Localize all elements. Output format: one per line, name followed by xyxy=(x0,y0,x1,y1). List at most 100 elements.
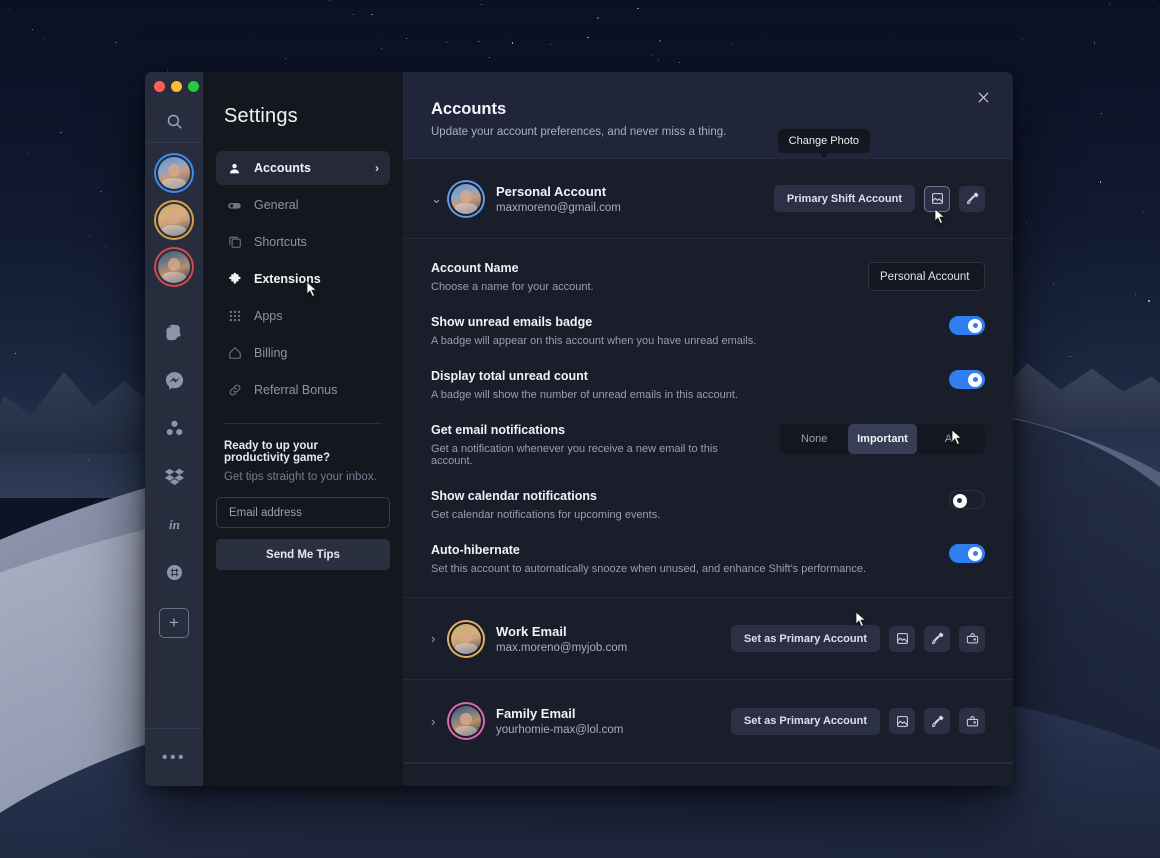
email-input[interactable] xyxy=(216,497,390,528)
more-label: ••• xyxy=(161,748,187,766)
account-email-label: yourhomie-max@lol.com xyxy=(496,724,624,736)
calendar-notifications-toggle[interactable] xyxy=(949,490,985,509)
setting-description: A badge will appear on this account when… xyxy=(431,335,757,347)
settings-sidebar: Settings Accounts › General Shortcuts Ex… xyxy=(203,72,403,786)
slack-icon[interactable] xyxy=(153,551,195,593)
account-email-label: maxmoreno@gmail.com xyxy=(496,201,621,214)
evernote-icon[interactable] xyxy=(153,311,195,353)
setting-show-unread-emails-badge: Show unread emails badge A badge will ap… xyxy=(431,315,985,369)
segment-none[interactable]: None xyxy=(780,424,848,454)
rail-avatar-family[interactable] xyxy=(156,249,192,285)
auto-hibernate-toggle[interactable] xyxy=(949,544,985,563)
sidebar-item-billing[interactable]: Billing xyxy=(216,336,390,370)
account-settings-list: Account Name Choose a name for your acco… xyxy=(403,239,1013,597)
sidebar-item-label: Shortcuts xyxy=(254,235,307,249)
setting-title: Show calendar notifications xyxy=(431,489,597,503)
sidebar-item-referral-bonus[interactable]: Referral Bonus xyxy=(216,373,390,407)
page-title: Settings xyxy=(224,105,298,127)
setting-display-total-unread-count: Display total unread count A badge will … xyxy=(431,369,985,423)
color-picker-button[interactable] xyxy=(924,708,950,734)
toggle-icon xyxy=(227,198,242,213)
account-row-family: › Family Email yourhomie-max@lol.com Set… xyxy=(403,680,1013,763)
app-rail: in + ••• xyxy=(145,72,203,786)
setting-description: Get a notification whenever you receive … xyxy=(431,443,718,467)
zoom-window-button[interactable] xyxy=(188,81,199,92)
sidebar-item-label: Extensions xyxy=(254,272,321,286)
segment-all[interactable]: All xyxy=(917,424,985,454)
promo-title: Ready to up your productivity game? xyxy=(224,440,331,464)
sidebar-item-accounts[interactable]: Accounts › xyxy=(216,151,390,185)
traffic-lights xyxy=(145,72,203,101)
add-app-label: + xyxy=(169,613,179,632)
setting-show-calendar-notifications: Show calendar notifications Get calendar… xyxy=(431,489,985,543)
account-email-label: max.moreno@myjob.com xyxy=(496,641,628,654)
color-picker-button[interactable] xyxy=(924,625,950,652)
sidebar-item-label: Accounts xyxy=(254,161,311,175)
setting-auto-hibernate: Auto-hibernate Set this account to autom… xyxy=(431,543,985,589)
briefcase-icon[interactable] xyxy=(959,625,985,652)
setting-get-email-notifications: Get email notifications Get a notificati… xyxy=(431,423,985,489)
setting-description: Choose a name for your account. xyxy=(431,281,594,293)
add-app-button[interactable]: + xyxy=(159,608,189,638)
billing-icon xyxy=(227,346,242,360)
promo-subtitle: Get tips straight to your inbox. xyxy=(224,471,377,483)
sidebar-item-shortcuts[interactable]: Shortcuts xyxy=(216,225,390,259)
setting-title: Show unread emails badge xyxy=(431,315,593,329)
account-identity: Family Email yourhomie-max@lol.com xyxy=(496,706,623,736)
avatar xyxy=(449,704,483,738)
asana-icon[interactable] xyxy=(153,407,195,449)
close-window-button[interactable] xyxy=(154,81,165,92)
account-row-work: › Work Email max.moreno@myjob.com Set as… xyxy=(403,597,1013,680)
accounts-title: Accounts xyxy=(431,100,507,118)
messenger-icon[interactable] xyxy=(153,359,195,401)
email-notifications-segmented-control[interactable]: None Important All xyxy=(780,424,985,454)
account-name-input[interactable] xyxy=(868,262,985,291)
link-icon xyxy=(227,383,242,397)
rail-avatar-personal[interactable] xyxy=(156,155,192,191)
accounts-subtitle: Update your account preferences, and nev… xyxy=(431,126,727,138)
change-photo-button[interactable] xyxy=(924,185,950,212)
expand-caret-icon[interactable]: › xyxy=(431,714,449,729)
svg-text:in: in xyxy=(169,516,180,531)
set-as-primary-button[interactable]: Set as Primary Account xyxy=(730,625,880,652)
person-icon xyxy=(227,162,242,175)
close-icon[interactable] xyxy=(973,87,993,107)
rail-avatar-work[interactable] xyxy=(156,202,192,238)
setting-title: Get email notifications xyxy=(431,423,566,437)
rail-search-button[interactable] xyxy=(145,101,203,143)
sidebar-item-extensions[interactable]: Extensions xyxy=(216,262,390,296)
sidebar-item-general[interactable]: General xyxy=(216,188,390,222)
grid-icon xyxy=(227,309,242,323)
collapse-caret-icon[interactable]: ⌄ xyxy=(431,191,449,207)
account-name-label: Personal Account xyxy=(496,183,607,199)
unread-badge-toggle[interactable] xyxy=(949,316,985,335)
main-panel: Accounts Update your account preferences… xyxy=(403,72,1013,786)
briefcase-icon[interactable] xyxy=(959,708,985,734)
account-actions: Primary Shift Account xyxy=(773,185,985,212)
chevron-right-icon: › xyxy=(375,161,379,175)
account-identity: Personal Account maxmoreno@gmail.com xyxy=(496,184,621,214)
accounts-header: Accounts Update your account preferences… xyxy=(403,72,1013,159)
search-icon xyxy=(167,114,182,129)
expand-caret-icon[interactable]: › xyxy=(431,631,449,646)
setting-description: A badge will show the number of unread e… xyxy=(431,389,738,401)
sidebar-item-label: Apps xyxy=(254,309,283,323)
sidebar-item-apps[interactable]: Apps xyxy=(216,299,390,333)
linkedin-icon[interactable]: in xyxy=(153,503,195,545)
minimize-window-button[interactable] xyxy=(171,81,182,92)
rail-more-button[interactable]: ••• xyxy=(145,728,203,786)
setting-title: Account Name xyxy=(431,261,519,275)
change-photo-button[interactable] xyxy=(889,625,915,652)
dropbox-icon[interactable] xyxy=(153,455,195,497)
set-as-primary-button[interactable]: Set as Primary Account xyxy=(730,707,880,735)
setting-description: Get calendar notifications for upcoming … xyxy=(431,509,661,521)
send-me-tips-button[interactable]: Send Me Tips xyxy=(216,539,390,570)
account-identity: Work Email max.moreno@myjob.com xyxy=(496,624,627,654)
account-name-label: Family Email xyxy=(496,706,576,721)
color-picker-button[interactable] xyxy=(959,185,985,212)
setting-account-name: Account Name Choose a name for your acco… xyxy=(431,261,985,315)
total-unread-count-toggle[interactable] xyxy=(949,370,985,389)
change-photo-button[interactable] xyxy=(889,708,915,734)
segment-important[interactable]: Important xyxy=(848,424,917,454)
sidebar-divider xyxy=(224,423,382,424)
